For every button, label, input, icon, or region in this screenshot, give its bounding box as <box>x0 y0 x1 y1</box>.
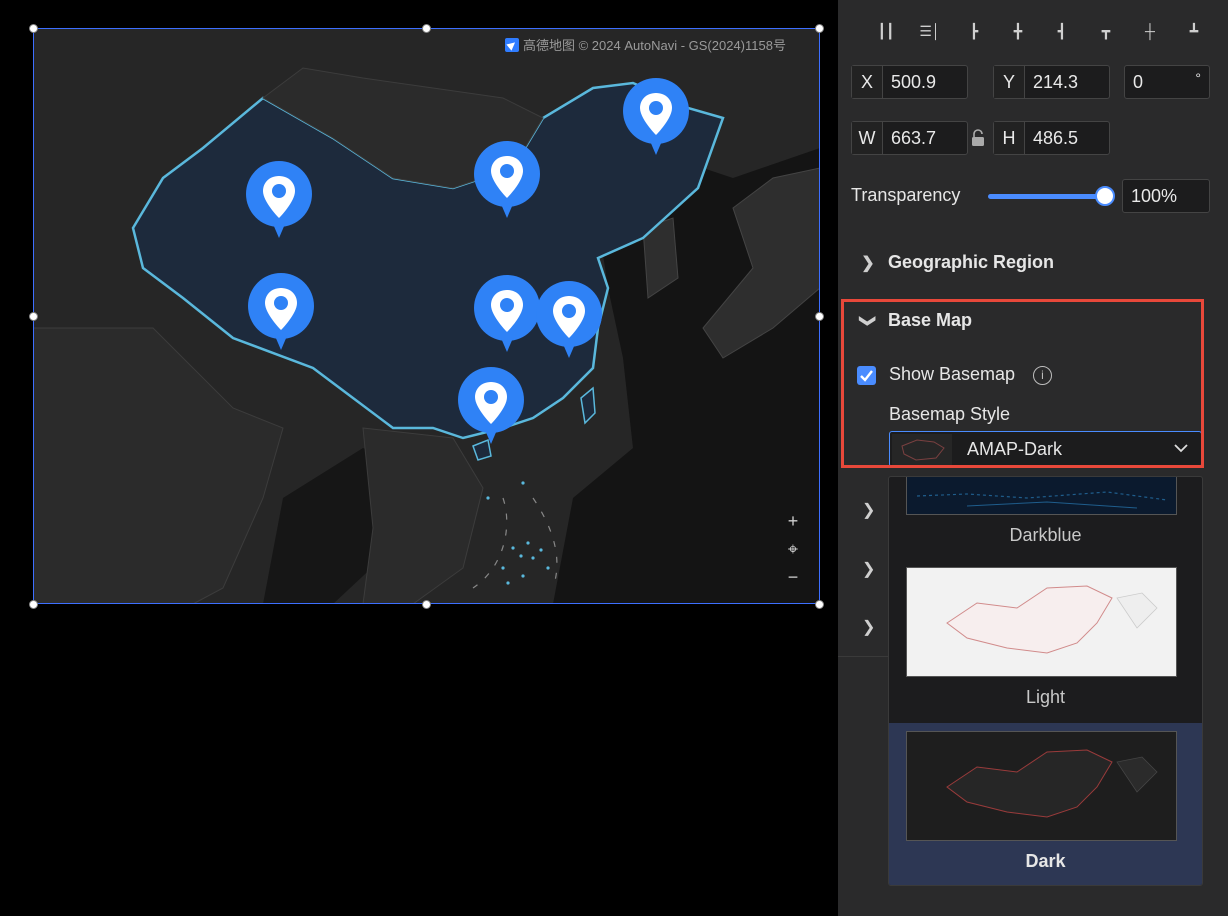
resize-handle-top[interactable] <box>422 24 431 33</box>
zoom-in-button[interactable]: + <box>783 511 803 531</box>
aspect-lock-icon[interactable] <box>971 129 985 147</box>
resize-handle-left[interactable] <box>29 312 38 321</box>
option-label: Darkblue <box>1009 525 1082 545</box>
style-option-darkblue[interactable]: Darkblue <box>889 477 1202 555</box>
map-pin[interactable] <box>247 272 315 352</box>
align-h-center-icon[interactable]: ╋ <box>996 20 1040 42</box>
x-field[interactable]: X 500.9 <box>851 65 968 99</box>
location-pin-icon <box>246 161 312 238</box>
light-preview <box>906 567 1177 677</box>
section-base-map[interactable]: ❯ Base Map <box>859 310 972 331</box>
width-value[interactable]: 663.7 <box>883 128 936 149</box>
location-pin-icon <box>458 367 524 444</box>
align-left-edge-icon[interactable]: ┃┃ <box>864 20 908 42</box>
option-label: Light <box>1025 687 1066 707</box>
resize-handle-top-left[interactable] <box>29 24 38 33</box>
basemap-graphic <box>33 28 820 604</box>
chevron-right-icon[interactable]: ❯ <box>862 559 875 579</box>
resize-handle-bottom-left[interactable] <box>29 600 38 609</box>
y-value[interactable]: 214.3 <box>1025 72 1078 93</box>
x-value[interactable]: 500.9 <box>883 72 936 93</box>
resize-handle-bottom[interactable] <box>422 600 431 609</box>
align-v-middle-icon[interactable]: ┼ <box>1128 20 1172 42</box>
map-pin[interactable] <box>473 140 541 220</box>
basemap-style-select[interactable]: AMAP-Dark <box>889 431 1202 467</box>
basemap-thumbnail <box>892 434 952 465</box>
rotation-value[interactable]: 0 <box>1125 72 1143 93</box>
map-pin[interactable] <box>457 366 525 446</box>
map-canvas[interactable] <box>33 28 820 604</box>
chevron-down-icon: ❯ <box>859 313 876 328</box>
height-field[interactable]: H 486.5 <box>993 121 1110 155</box>
align-bottom-icon[interactable]: ┻ <box>1172 20 1216 42</box>
map-attribution: 高德地图 © 2024 AutoNavi - GS(2024)1158号 <box>505 35 786 54</box>
align-right-icon[interactable]: ┫ <box>1040 20 1084 42</box>
show-basemap-checkbox[interactable] <box>857 366 876 385</box>
map-pin[interactable] <box>245 160 313 240</box>
resize-handle-bottom-right[interactable] <box>815 600 824 609</box>
y-field[interactable]: Y 214.3 <box>993 65 1110 99</box>
section-geographic-region[interactable]: ❯ Geographic Region <box>860 252 1054 273</box>
checkmark-icon <box>860 370 873 382</box>
transparency-label: Transparency <box>851 185 961 205</box>
map-pin[interactable] <box>622 77 690 157</box>
locate-button[interactable]: ⌖ <box>783 539 803 559</box>
transparency-slider-thumb[interactable] <box>1095 186 1115 206</box>
rotation-unit: ° <box>1195 70 1201 86</box>
rotation-field[interactable]: 0 ° <box>1124 65 1210 99</box>
align-center-v-icon[interactable]: ☰│ <box>908 20 952 42</box>
basemap-style-value: AMAP-Dark <box>967 439 1063 459</box>
divider <box>838 656 888 657</box>
align-top-icon[interactable]: ┳ <box>1084 20 1128 42</box>
amap-logo-icon <box>505 37 519 52</box>
style-option-light[interactable]: Light <box>889 555 1202 723</box>
location-pin-icon <box>474 141 540 218</box>
resize-handle-top-right[interactable] <box>815 24 824 33</box>
zoom-out-button[interactable]: − <box>783 567 803 587</box>
location-pin-icon <box>536 281 602 358</box>
style-option-dark[interactable]: Dark <box>889 723 1202 885</box>
chevron-down-icon <box>1174 444 1188 453</box>
option-label: Dark <box>1025 851 1066 871</box>
map-pin[interactable] <box>535 280 603 360</box>
map-pin[interactable] <box>473 274 541 354</box>
transparency-field[interactable]: 100% <box>1122 179 1210 213</box>
location-pin-icon <box>623 78 689 155</box>
location-pin-icon <box>474 275 540 352</box>
transparency-value[interactable]: 100% <box>1123 186 1177 207</box>
basemap-style-dropdown: Darkblue Light Dark <box>888 476 1203 886</box>
height-value[interactable]: 486.5 <box>1025 128 1078 149</box>
align-left-icon[interactable]: ┣ <box>952 20 996 42</box>
resize-handle-right[interactable] <box>815 312 824 321</box>
chevron-right-icon[interactable]: ❯ <box>862 617 875 637</box>
width-field[interactable]: W 663.7 <box>851 121 968 155</box>
chevron-right-icon: ❯ <box>861 254 875 272</box>
info-icon[interactable]: i <box>1033 366 1052 385</box>
basemap-style-label: Basemap Style <box>889 404 1011 424</box>
location-pin-icon <box>248 273 314 350</box>
darkblue-preview <box>906 477 1177 515</box>
show-basemap-label[interactable]: Show Basemap <box>889 364 1015 385</box>
chevron-right-icon[interactable]: ❯ <box>862 500 875 520</box>
transparency-slider-track[interactable] <box>988 194 1106 199</box>
alignment-toolbar: ┃┃ ☰│ ┣ ╋ ┫ ┳ ┼ ┻ <box>864 20 1216 42</box>
dark-preview <box>906 731 1177 841</box>
